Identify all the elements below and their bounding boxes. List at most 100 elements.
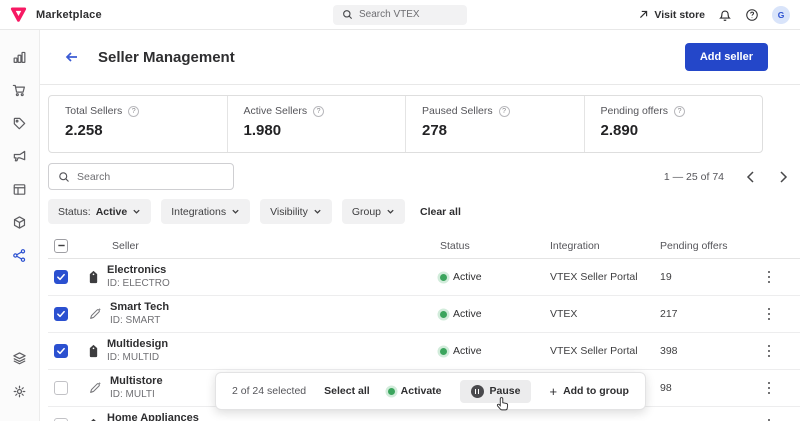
seller-search-input[interactable] [77,171,224,183]
catalog-icon[interactable] [7,110,33,136]
seller-pending-offers: 98 [660,382,750,394]
column-header-pending: Pending offers [660,240,750,252]
sidebar [0,30,40,421]
seller-integration: VTEX Seller Portal [550,345,660,357]
filter-chip[interactable]: Group [342,199,405,224]
stats-row: Total Sellers ? 2.258 Active Sellers ? 1… [48,95,763,153]
seller-search[interactable] [48,163,234,190]
help-icon[interactable]: ? [674,106,685,117]
seller-integration: VTEX Seller Portal [550,271,660,283]
seller-id: ID: MULTI [110,389,163,402]
help-icon[interactable]: ? [128,106,139,117]
seller-pending-offers: 217 [660,308,750,320]
orders-icon[interactable] [7,77,33,103]
select-all-button[interactable]: Select all [324,385,370,397]
seller-name[interactable]: Home Appliances [107,412,199,421]
active-dot-icon [440,311,447,318]
row-menu-button[interactable] [764,304,775,325]
stat-label: Paused Sellers [422,105,493,117]
activate-button[interactable]: Activate [388,385,442,397]
chevron-down-icon [231,207,240,216]
clear-all-button[interactable]: Clear all [420,206,461,218]
row-menu-button[interactable] [764,341,775,362]
stat-value: 1.980 [244,122,390,139]
active-dot-icon [388,388,395,395]
storefront-icon[interactable] [7,176,33,202]
bulk-action-bar: 2 of 24 selected Select all Activate Pau… [215,372,646,410]
promotions-icon[interactable] [7,143,33,169]
row-checkbox[interactable] [54,307,68,321]
seller-status: Active [440,271,550,283]
add-seller-button[interactable]: Add seller [685,43,768,71]
seller-name[interactable]: Multistore [110,375,163,389]
table-header: Seller Status Integration Pending offers [48,233,800,259]
analytics-icon[interactable] [7,44,33,70]
seller-status: Active [440,345,550,357]
global-search-input[interactable] [359,9,458,20]
bell-icon [718,8,732,22]
seller-status: Active [440,308,550,320]
topbar: Marketplace Visit store G [0,0,800,30]
pagination-range: 1 — 25 of 74 [664,171,724,183]
row-menu-button[interactable] [764,415,775,421]
table-row: Electronics ID: ELECTRO Active VTEX Sell… [48,259,800,296]
next-page-button[interactable] [777,169,790,185]
filter-chip[interactable]: Status: Active [48,199,151,224]
help-icon[interactable]: ? [499,106,510,117]
column-header-status: Status [440,240,550,252]
stat-value: 278 [422,122,568,139]
row-checkbox[interactable] [54,270,68,284]
active-dot-icon [440,274,447,281]
main-area: Seller Management Add seller Total Selle… [40,30,800,421]
prev-page-button[interactable] [744,169,757,185]
chevron-down-icon [386,207,395,216]
row-checkbox[interactable] [54,344,68,358]
row-menu-button[interactable] [764,267,775,288]
seller-name[interactable]: Multidesign [107,338,168,352]
visit-store-button[interactable]: Visit store [638,9,705,21]
stat-label: Total Sellers [65,105,122,117]
apps-icon[interactable] [7,345,33,371]
seller-pending-offers: 398 [660,345,750,357]
stat-value: 2.258 [65,122,211,139]
pagination: 1 — 25 of 74 [664,169,790,185]
selected-count: 2 of 24 selected [232,385,306,397]
filter-chip[interactable]: Visibility [260,199,332,224]
seller-name[interactable]: Smart Tech [110,301,169,315]
seller-integration: VTEX [550,308,660,320]
filter-chip[interactable]: Integrations [161,199,250,224]
seller-pending-offers: 19 [660,271,750,283]
vtex-logo-icon[interactable] [10,6,27,23]
select-all-checkbox[interactable] [54,239,68,253]
stat-label: Active Sellers [244,105,308,117]
active-dot-icon [440,348,447,355]
seller-name[interactable]: Electronics [107,264,170,278]
table-row: Multidesign ID: MULTID Active VTEX Selle… [48,333,800,370]
column-header-integration: Integration [550,240,660,252]
row-menu-button[interactable] [764,378,775,399]
help-icon[interactable]: ? [313,106,324,117]
shipping-icon[interactable] [7,209,33,235]
marketplace-network-icon[interactable] [7,242,33,268]
page-title: Seller Management [98,49,235,66]
stat-value: 2.890 [601,122,747,139]
row-checkbox[interactable] [54,381,68,395]
chevron-down-icon [132,207,141,216]
seller-id: ID: SMART [110,315,169,328]
seller-id: ID: ELECTRO [107,278,170,291]
settings-icon[interactable] [7,378,33,404]
pause-button[interactable]: Pause [460,380,532,403]
search-icon [58,171,70,183]
search-icon [342,9,353,20]
global-search[interactable] [333,5,467,25]
notifications-button[interactable] [718,8,732,22]
help-button[interactable] [745,8,759,22]
tag-filled-icon [88,344,99,358]
pen-outline-icon [88,381,102,395]
tag-filled-icon [88,270,99,284]
stat-label: Pending offers [601,105,669,117]
column-header-seller: Seller [88,240,440,252]
avatar[interactable]: G [772,6,790,24]
back-button[interactable] [64,49,80,65]
add-to-group-button[interactable]: + Add to group [549,384,629,399]
